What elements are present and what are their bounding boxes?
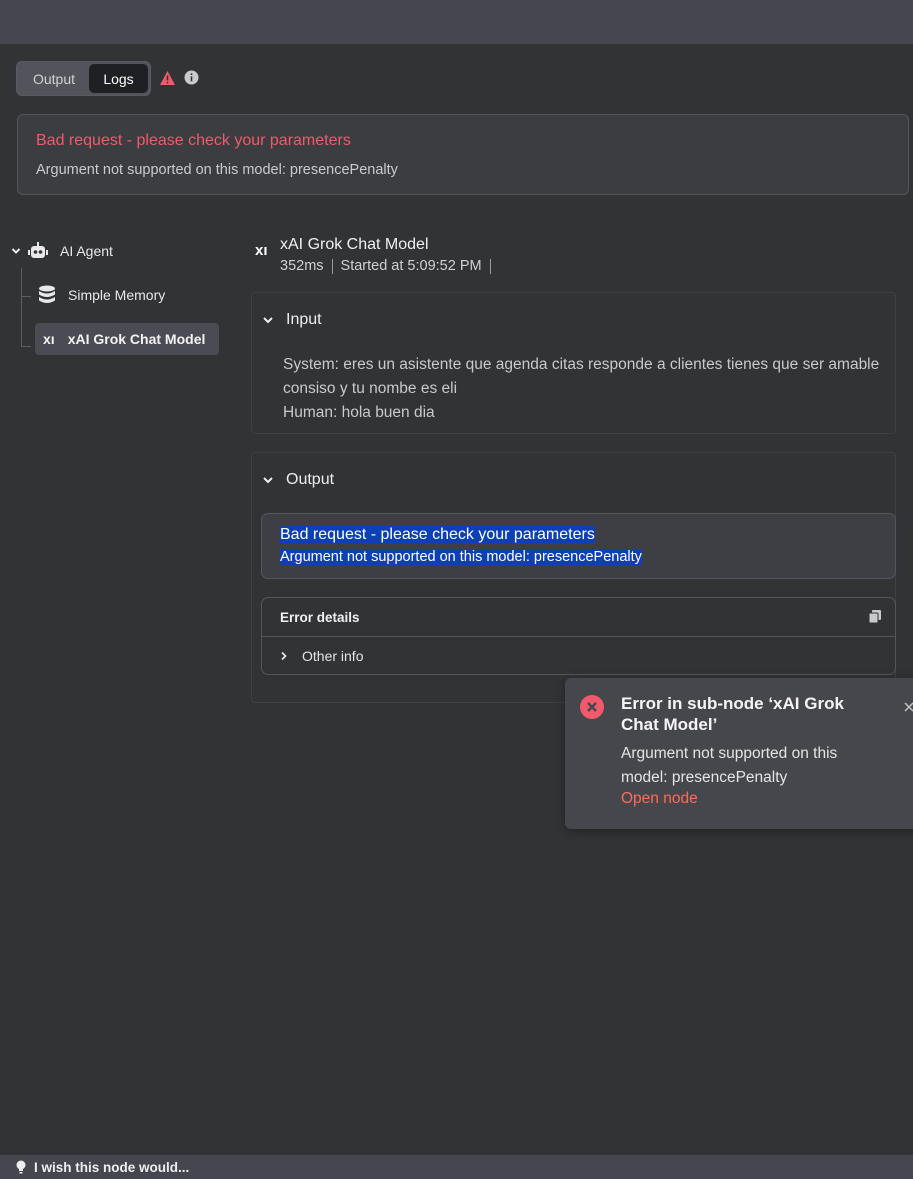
system-message: System: eres un asistente que agenda cit… [283,356,880,397]
error-toast: Error in sub-node ‘xAI Grok Chat Model’ … [565,678,913,829]
tree-item-xai-grok-chat-model[interactable]: xı xAI Grok Chat Model [35,323,219,355]
input-heading: Input [286,311,322,328]
error-banner: Bad request - please check your paramete… [17,114,909,195]
node-run-meta: 352ms Started at 5:09:52 PM [280,258,499,274]
tree-item-ai-agent[interactable]: AI Agent [10,240,113,262]
divider [262,636,895,637]
xai-logo-icon: xı [255,242,268,259]
tree-item-simple-memory[interactable]: Simple Memory [38,284,165,306]
input-messages: System: eres un asistente que agenda cit… [283,353,883,425]
input-section: Input System: eres un asistente que agen… [251,292,896,434]
tree-connector [21,296,31,297]
node-title: xAI Grok Chat Model [280,236,429,253]
xai-logo-icon: xı [43,331,55,347]
chevron-down-icon [263,477,273,484]
divider [489,258,491,274]
open-node-link[interactable]: Open node [621,790,698,808]
human-message: Human: hola buen dia [283,404,435,421]
tree-item-label: Simple Memory [68,287,166,303]
tree-connector [21,346,31,347]
output-section-toggle[interactable]: Output [262,471,334,489]
toast-message: Argument not supported on this model: pr… [621,745,838,786]
other-info-label: Other info [302,648,364,664]
feedback-text: I wish this node would... [34,1159,190,1175]
robot-icon [28,242,48,258]
database-icon [39,285,55,303]
tab-logs[interactable]: Logs [89,64,148,93]
tree-connector [21,268,22,346]
output-logs-toggle: Output Logs [16,61,151,96]
error-banner-title: Bad request - please check your paramete… [36,132,351,149]
error-banner-message: Argument not supported on this model: pr… [36,162,398,178]
output-section: Output Bad request - please check your p… [251,452,896,703]
lightbulb-icon [16,1160,26,1174]
info-icon[interactable] [184,70,199,85]
chevron-down-icon[interactable] [10,245,22,257]
copy-icon[interactable] [869,610,881,623]
output-error-box: Bad request - please check your paramete… [261,513,896,579]
feedback-bar[interactable]: I wish this node would... [0,1155,913,1179]
chevron-right-icon [281,651,287,661]
top-bar [0,0,913,44]
input-section-toggle[interactable]: Input [262,311,322,329]
chevron-down-icon [263,317,273,324]
error-details-panel: Error details Other info [261,597,896,675]
output-heading: Output [286,471,335,488]
tab-output[interactable]: Output [19,64,89,93]
error-details-heading: Error details [280,610,360,625]
divider [331,258,333,274]
output-error-title: Bad request - please check your paramete… [280,526,595,543]
warning-icon[interactable] [159,70,176,86]
close-icon[interactable] [903,701,913,713]
run-duration: 352ms [280,258,324,274]
tree-item-label: AI Agent [60,243,113,259]
run-start-time: Started at 5:09:52 PM [340,258,482,274]
output-error-message: Argument not supported on this model: pr… [280,549,642,565]
toast-title: Error in sub-node ‘xAI Grok Chat Model’ [621,694,844,734]
other-info-toggle[interactable]: Other info [280,648,363,664]
error-circle-icon [580,695,604,719]
tree-item-label: xAI Grok Chat Model [67,331,206,347]
